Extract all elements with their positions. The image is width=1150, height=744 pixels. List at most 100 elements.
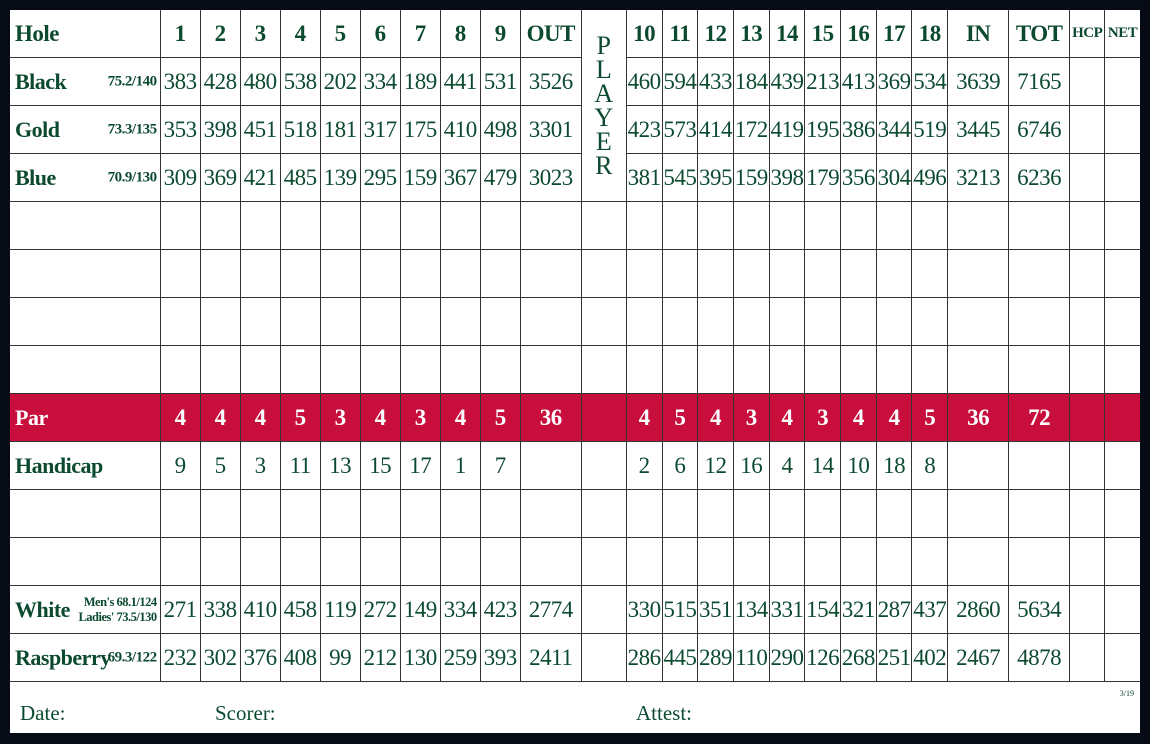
hcp-cell[interactable]	[1069, 297, 1106, 346]
score-cell[interactable]	[199, 297, 241, 346]
score-cell[interactable]	[840, 489, 877, 538]
player-cell[interactable]	[580, 249, 627, 298]
score-cell[interactable]	[732, 345, 770, 394]
score-cell[interactable]	[159, 489, 201, 538]
score-cell[interactable]	[804, 297, 842, 346]
player-name-cell[interactable]	[10, 249, 161, 298]
score-cell[interactable]	[661, 537, 699, 586]
hcp-cell[interactable]	[1069, 633, 1106, 682]
player-name-cell[interactable]	[10, 297, 161, 346]
hcp-cell[interactable]	[1069, 537, 1106, 586]
score-cell[interactable]	[199, 345, 241, 394]
out-total[interactable]	[519, 489, 582, 538]
score-cell[interactable]	[661, 249, 699, 298]
total[interactable]	[1008, 249, 1071, 298]
score-cell[interactable]	[439, 201, 481, 250]
in-total[interactable]	[947, 345, 1010, 394]
score-cell[interactable]	[359, 537, 401, 586]
net-cell[interactable]	[1104, 201, 1140, 250]
net-cell[interactable]	[1104, 633, 1140, 682]
score-cell[interactable]	[399, 489, 441, 538]
score-cell[interactable]	[732, 537, 770, 586]
score-cell[interactable]	[732, 249, 770, 298]
player-name-cell[interactable]	[10, 489, 161, 538]
score-cell[interactable]	[399, 297, 441, 346]
score-cell[interactable]	[768, 537, 806, 586]
in-total[interactable]	[947, 537, 1010, 586]
score-cell[interactable]	[840, 345, 877, 394]
player-name-cell[interactable]	[10, 345, 161, 394]
score-cell[interactable]	[359, 345, 401, 394]
hcp-cell[interactable]	[1069, 153, 1106, 202]
score-cell[interactable]	[199, 249, 241, 298]
total[interactable]	[1008, 201, 1071, 250]
in-total[interactable]	[947, 249, 1010, 298]
player-cell[interactable]	[580, 537, 627, 586]
score-cell[interactable]	[319, 201, 361, 250]
score-cell[interactable]	[804, 201, 842, 250]
score-cell[interactable]	[911, 249, 949, 298]
score-cell[interactable]	[239, 489, 281, 538]
score-cell[interactable]	[875, 297, 913, 346]
in-total[interactable]	[947, 489, 1010, 538]
player-cell[interactable]	[580, 489, 627, 538]
out-total[interactable]	[519, 201, 582, 250]
hcp-cell[interactable]	[1069, 105, 1106, 154]
hcp-cell[interactable]	[1069, 585, 1106, 634]
score-cell[interactable]	[399, 201, 441, 250]
score-cell[interactable]	[399, 345, 441, 394]
net-cell[interactable]	[1104, 153, 1140, 202]
score-cell[interactable]	[625, 297, 663, 346]
player-cell[interactable]	[580, 345, 627, 394]
player-cell[interactable]	[580, 297, 627, 346]
score-cell[interactable]	[697, 345, 734, 394]
score-cell[interactable]	[911, 297, 949, 346]
score-cell[interactable]	[319, 345, 361, 394]
net-cell[interactable]	[1104, 297, 1140, 346]
score-cell[interactable]	[625, 249, 663, 298]
total[interactable]	[1008, 537, 1071, 586]
score-cell[interactable]	[625, 201, 663, 250]
score-cell[interactable]	[911, 537, 949, 586]
hcp-cell[interactable]	[1069, 201, 1106, 250]
score-cell[interactable]	[625, 489, 663, 538]
date-field[interactable]: Date:	[20, 701, 65, 726]
score-cell[interactable]	[239, 249, 281, 298]
hcp-cell[interactable]	[1069, 249, 1106, 298]
score-cell[interactable]	[697, 489, 734, 538]
score-cell[interactable]	[279, 297, 321, 346]
score-cell[interactable]	[697, 249, 734, 298]
score-cell[interactable]	[319, 537, 361, 586]
score-cell[interactable]	[840, 297, 877, 346]
score-cell[interactable]	[319, 489, 361, 538]
net-cell[interactable]	[1104, 441, 1140, 490]
score-cell[interactable]	[875, 249, 913, 298]
score-cell[interactable]	[199, 201, 241, 250]
score-cell[interactable]	[804, 489, 842, 538]
score-cell[interactable]	[840, 201, 877, 250]
score-cell[interactable]	[661, 201, 699, 250]
score-cell[interactable]	[697, 537, 734, 586]
score-cell[interactable]	[359, 249, 401, 298]
score-cell[interactable]	[279, 537, 321, 586]
out-total[interactable]	[519, 297, 582, 346]
score-cell[interactable]	[911, 489, 949, 538]
score-cell[interactable]	[439, 345, 481, 394]
score-cell[interactable]	[732, 489, 770, 538]
score-cell[interactable]	[159, 249, 201, 298]
score-cell[interactable]	[875, 489, 913, 538]
score-cell[interactable]	[279, 249, 321, 298]
score-cell[interactable]	[199, 489, 241, 538]
net-cell[interactable]	[1104, 393, 1140, 442]
score-cell[interactable]	[661, 297, 699, 346]
score-cell[interactable]	[661, 489, 699, 538]
player-name-cell[interactable]	[10, 537, 161, 586]
score-cell[interactable]	[911, 345, 949, 394]
hcp-cell[interactable]	[1069, 393, 1106, 442]
score-cell[interactable]	[840, 249, 877, 298]
score-cell[interactable]	[279, 489, 321, 538]
score-cell[interactable]	[159, 297, 201, 346]
score-cell[interactable]	[319, 297, 361, 346]
net-cell[interactable]	[1104, 489, 1140, 538]
score-cell[interactable]	[625, 345, 663, 394]
